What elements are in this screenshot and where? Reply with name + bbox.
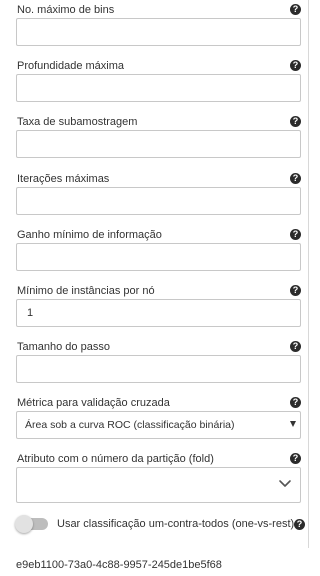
max-depth-group: Profundidade máxima ?: [16, 58, 301, 102]
subsampling-rate-input[interactable]: [16, 130, 301, 158]
toggle-knob: [15, 515, 33, 533]
one-vs-rest-row: Usar classificação um-contra-todos (one-…: [15, 515, 305, 533]
one-vs-rest-label: Usar classificação um-contra-todos (one-…: [57, 518, 295, 530]
min-info-gain-label: Ganho mínimo de informação: [17, 229, 162, 241]
max-iterations-label: Iterações máximas: [17, 173, 110, 185]
subsampling-rate-group: Taxa de subamostragem ?: [16, 114, 301, 158]
question-circle-icon[interactable]: ?: [290, 397, 301, 408]
max-bins-label: No. máximo de bins: [17, 4, 115, 16]
question-circle-icon[interactable]: ?: [290, 453, 301, 464]
question-circle-icon[interactable]: ?: [290, 4, 301, 15]
question-circle-icon[interactable]: ?: [290, 60, 301, 71]
min-info-gain-input[interactable]: [16, 243, 301, 271]
max-depth-input[interactable]: [16, 74, 301, 102]
max-iterations-group: Iterações máximas ?: [16, 171, 301, 215]
step-size-label: Tamanho do passo: [17, 341, 110, 353]
question-circle-icon[interactable]: ?: [290, 229, 301, 240]
step-size-input[interactable]: [16, 355, 301, 383]
max-bins-input[interactable]: [16, 18, 301, 46]
cv-metric-group: Métrica para validação cruzada ? Área so…: [16, 395, 301, 439]
subsampling-rate-label: Taxa de subamostragem: [17, 116, 138, 128]
max-bins-group: No. máximo de bins ?: [16, 2, 301, 46]
step-size-group: Tamanho do passo ?: [16, 339, 301, 383]
question-circle-icon[interactable]: ?: [290, 116, 301, 127]
caret-down-icon: [290, 421, 296, 427]
parameters-panel: No. máximo de bins ? Profundidade máxima…: [0, 0, 309, 548]
fold-attribute-label: Atributo com o número da partição (fold): [17, 453, 214, 465]
cv-metric-selected-value: Área sob a curva ROC (classificação biná…: [25, 419, 235, 431]
question-circle-icon[interactable]: ?: [290, 173, 301, 184]
fold-attribute-group: Atributo com o número da partição (fold)…: [16, 451, 301, 503]
min-instances-per-node-group: Mínimo de instâncias por nó ? 1: [16, 283, 301, 327]
min-info-gain-group: Ganho mínimo de informação ?: [16, 227, 301, 271]
fold-attribute-select[interactable]: [16, 467, 301, 503]
cv-metric-label: Métrica para validação cruzada: [17, 397, 170, 409]
max-depth-label: Profundidade máxima: [17, 60, 125, 72]
component-id: e9eb1100-73a0-4c88-9957-245de1be5f68: [16, 559, 222, 571]
one-vs-rest-toggle[interactable]: [15, 515, 48, 533]
cv-metric-select[interactable]: Área sob a curva ROC (classificação biná…: [16, 411, 301, 439]
question-circle-icon[interactable]: ?: [290, 285, 301, 296]
max-iterations-input[interactable]: [16, 187, 301, 215]
question-circle-icon[interactable]: ?: [290, 341, 301, 352]
question-circle-icon[interactable]: ?: [294, 519, 305, 530]
chevron-down-icon: [279, 480, 291, 487]
min-instances-per-node-input[interactable]: 1: [16, 299, 301, 327]
min-instances-per-node-label: Mínimo de instâncias por nó: [17, 285, 155, 297]
